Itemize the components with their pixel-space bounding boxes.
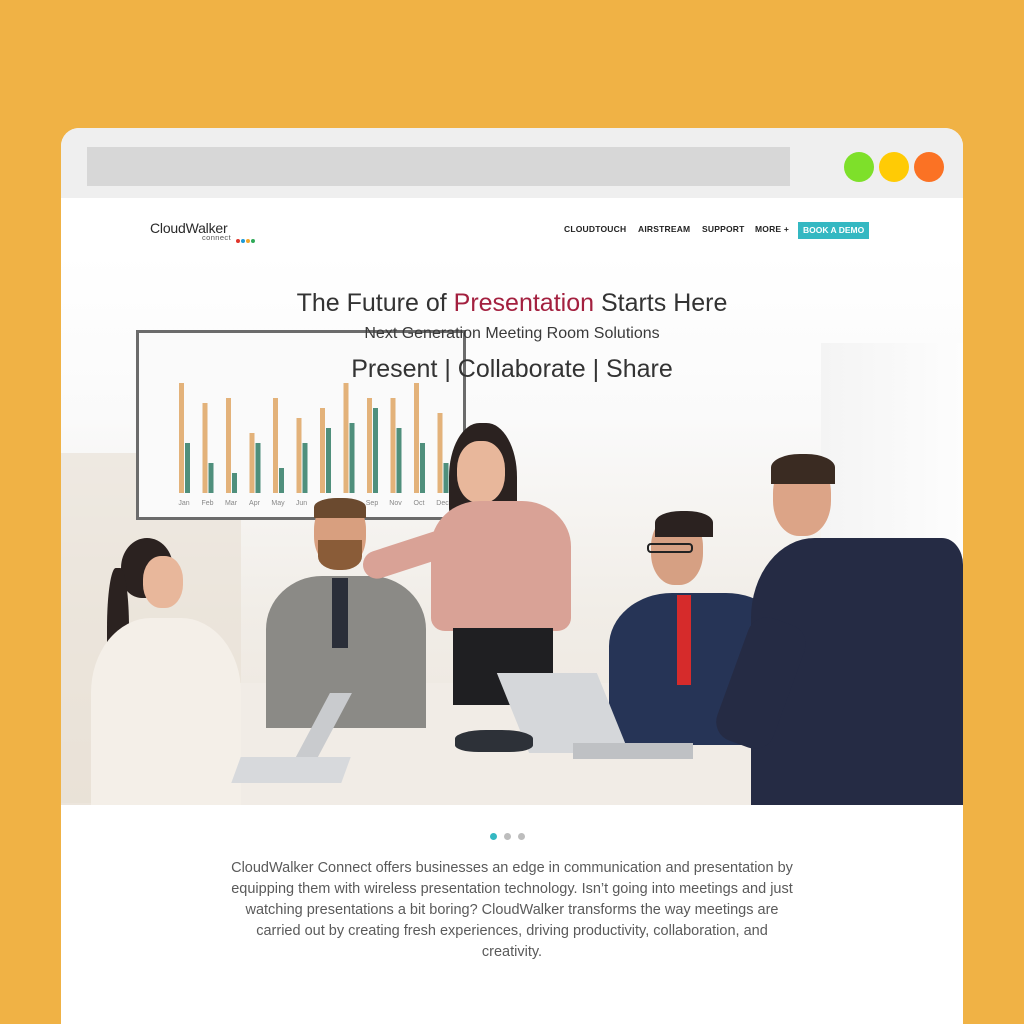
- screen-month-label: Jan: [178, 500, 189, 507]
- window-control-green[interactable]: [844, 152, 874, 182]
- hero-headline: The Future of Presentation Starts Here: [61, 289, 963, 318]
- screen-bar-orange: [296, 418, 302, 493]
- nav-support[interactable]: SUPPORT: [702, 224, 745, 234]
- person-woman-standing-pink: [359, 423, 591, 705]
- screen-bar-orange: [343, 383, 349, 493]
- screen-bar-teal: [326, 428, 331, 493]
- nav-cloudtouch[interactable]: CLOUDTOUCH: [564, 224, 626, 234]
- screen-bar-teal: [279, 468, 284, 493]
- laptop-left: [231, 693, 366, 785]
- screen-bar-teal: [185, 443, 190, 493]
- nav-airstream[interactable]: AIRSTREAM: [638, 224, 690, 234]
- screen-bar-orange: [179, 383, 184, 493]
- screen-bar-teal: [349, 423, 355, 493]
- intro-paragraph: CloudWalker Connect offers businesses an…: [231, 860, 793, 960]
- browser-window: CloudWalker connect CLOUDTOUCH AIRSTREAM…: [61, 128, 963, 1024]
- address-bar[interactable]: [87, 147, 790, 186]
- screen-bar-orange: [226, 398, 231, 493]
- screen-bar-orange: [320, 408, 325, 493]
- hero-subhead: Next Generation Meeting Room Solutions: [364, 325, 660, 342]
- person-man-standing-navy: [701, 454, 963, 805]
- hero-tagline: Present | Collaborate | Share: [351, 355, 673, 383]
- carousel-dot[interactable]: [490, 833, 497, 840]
- carousel-dot[interactable]: [518, 833, 525, 840]
- person-woman-left: [81, 538, 241, 805]
- screen-bar-orange: [202, 403, 208, 493]
- screen-bar-orange: [273, 398, 278, 493]
- window-control-yellow[interactable]: [879, 152, 909, 182]
- screen-month-label: Feb: [201, 500, 213, 507]
- logo-dot: [236, 239, 240, 243]
- headline-pre: The Future of: [296, 289, 454, 317]
- nav-more[interactable]: MORE +: [755, 224, 789, 234]
- web-page: CloudWalker connect CLOUDTOUCH AIRSTREAM…: [61, 198, 963, 1024]
- brand-dots: [236, 230, 256, 248]
- book-demo-button[interactable]: BOOK A DEMO: [798, 222, 870, 239]
- screen-bar-teal: [255, 443, 261, 493]
- window-control-orange[interactable]: [914, 152, 944, 182]
- screen-bar-teal: [232, 473, 237, 493]
- headline-accent: Presentation: [453, 289, 595, 317]
- screen-bar-orange: [249, 433, 255, 493]
- screen-month-label: Apr: [249, 500, 261, 507]
- laptop-right: [496, 673, 703, 763]
- screen-bar-teal: [208, 463, 214, 493]
- screen-month-label: Mar: [225, 500, 238, 507]
- browser-chrome: [61, 128, 963, 198]
- logo-dot: [246, 239, 250, 243]
- headline-post: Starts Here: [594, 289, 728, 317]
- logo-dot: [251, 239, 255, 243]
- logo-dot: [241, 239, 245, 243]
- brand-logo[interactable]: CloudWalker connect: [150, 220, 270, 246]
- presentation-hub-device: [455, 730, 533, 752]
- hero-banner: JanFebMarAprMayJunJulAugSepNovOctDec: [61, 253, 963, 805]
- screen-bar-teal: [302, 443, 308, 493]
- brand-sub: connect: [202, 233, 232, 242]
- carousel-dot[interactable]: [504, 833, 511, 840]
- carousel-indicators: [490, 827, 532, 845]
